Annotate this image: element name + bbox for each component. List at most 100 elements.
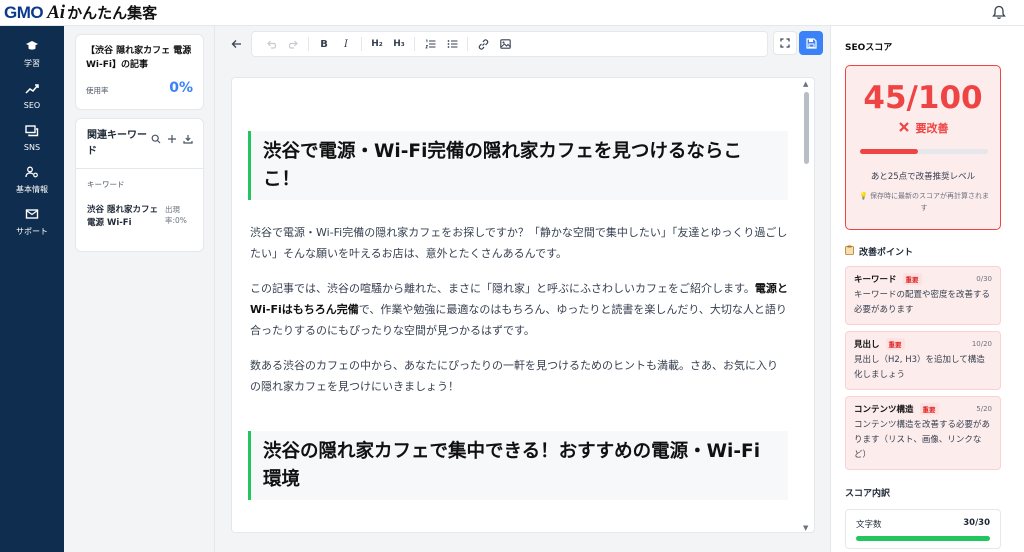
seo-status: 要改善 [846, 120, 1000, 136]
breakdown-bar-fill [856, 536, 990, 541]
breakdown-value: 30/30 [963, 518, 990, 528]
seo-score-title: SEOスコア [845, 43, 893, 53]
heading-h2[interactable]: 渋谷の隠れ家カフェで集中できる！おすすめの電源・Wi-Fi環境 [248, 431, 788, 500]
nav-item-seo[interactable]: SEO [0, 74, 64, 116]
usage-value: 0% [169, 80, 193, 96]
back-arrow-icon[interactable] [223, 31, 249, 57]
seo-score-bar [860, 149, 988, 154]
improvement-name: 見出し [854, 340, 880, 350]
paragraph-text: この記事では、渋谷の喧騒から離れた、まさに「隠れ家」と呼ぶにふさわしいカフェをご… [250, 282, 755, 295]
related-keywords-card: 関連キーワード キーワード 渋谷 隠れ家カフェ 電源 Wi-Fi 出現率:0% [75, 118, 204, 252]
scroll-up-icon[interactable]: ▲ [803, 80, 808, 88]
improvement-item: キーワード 重要 0/30 キーワードの配置や密度を改善する必要があります [845, 266, 1001, 325]
improvement-score: 0/30 [976, 275, 992, 283]
improvement-name: キーワード [854, 275, 897, 285]
bell-icon[interactable] [990, 4, 1008, 22]
graduation-cap-icon [25, 37, 39, 56]
keyword-row[interactable]: 渋谷 隠れ家カフェ 電源 Wi-Fi 出現率:0% [76, 190, 203, 230]
seo-score-card: 45/100 要改善 あと25点で改善推奨レベル 💡 保存時に最新のスコアが再計… [845, 65, 1001, 230]
paragraph[interactable]: 数ある渋谷のカフェの中から、あなたにぴったりの一軒を見つけるためのヒントも満載。… [248, 355, 788, 397]
image-icon[interactable] [494, 33, 516, 55]
redo-icon[interactable] [282, 33, 304, 55]
paragraph[interactable]: この記事では、渋谷の喧騒から離れた、まさに「隠れ家」と呼ぶにふさわしいカフェをご… [248, 278, 788, 341]
nav-item-profile[interactable]: 基本情報 [0, 158, 64, 200]
download-icon[interactable] [183, 134, 193, 160]
priority-badge: 重要 [885, 338, 905, 350]
nav-label: サポート [16, 227, 48, 236]
search-icon[interactable] [151, 134, 161, 160]
usage-label: 使用率 [86, 86, 109, 95]
priority-badge: 重要 [919, 403, 939, 415]
heading-h2[interactable]: 渋谷で電源・Wi-Fi完備の隠れ家カフェを見つけるならここ！ [248, 131, 788, 200]
logo-ai: Ai [47, 1, 66, 23]
score-breakdown-title: スコア内訳 [845, 489, 891, 499]
seo-recalc-note: 💡 保存時に最新のスコアが再計算されます [859, 192, 989, 212]
mail-icon [25, 205, 39, 224]
improvement-item: コンテンツ構造 重要 5/20 コンテンツ構造を改善する必要があります（リスト、画像… [845, 396, 1001, 470]
brand-logo[interactable]: GMO Ai かんたん集客 [4, 2, 157, 24]
score-breakdown-item: 文字数 30/30 [845, 509, 1001, 549]
document-scrollbar[interactable]: ▲ ▼ [800, 78, 814, 532]
italic-icon[interactable]: I [335, 33, 357, 55]
nav-label: 学習 [24, 59, 40, 68]
toolbar-divider [308, 37, 309, 51]
improvement-item: 見出し 重要 10/20 見出し（H2, H3）を追加して構造化しましょう [845, 331, 1001, 390]
keyword-rate: 出現率:0% [165, 205, 187, 225]
improvement-name: コンテンツ構造 [854, 405, 914, 415]
breakdown-bar [856, 536, 990, 541]
improvement-desc: 見出し（H2, H3）を追加して構造化しましょう [854, 355, 985, 380]
keyword-name: 渋谷 隠れ家カフェ 電源 Wi-Fi [87, 205, 158, 228]
logo-text: かんたん集客 [67, 4, 158, 22]
paragraph[interactable]: 渋谷で電源・Wi-Fi完備の隠れ家カフェをお探しですか？「静かな空間で集中したい… [248, 222, 788, 264]
user-settings-icon [25, 163, 39, 182]
trend-chart-icon [25, 80, 39, 99]
seo-status-label: 要改善 [915, 122, 949, 135]
seo-next-level: あと25点で改善推奨レベル [870, 172, 976, 182]
heading3-button[interactable]: H₃ [388, 33, 410, 55]
toolbar-divider [414, 37, 415, 51]
clipboard-icon [845, 245, 854, 258]
ordered-list-icon[interactable] [419, 33, 441, 55]
improvement-desc: キーワードの配置や密度を改善する必要があります [854, 290, 991, 315]
nav-item-support[interactable]: サポート [0, 200, 64, 242]
article-card: 【渋谷 隠れ家カフェ 電源 Wi-Fi】の記事 使用率 0% [75, 34, 204, 110]
link-icon[interactable] [472, 33, 494, 55]
related-keywords-title: 関連キーワード [87, 130, 147, 157]
bold-icon[interactable]: B [313, 33, 335, 55]
fullscreen-icon[interactable] [773, 31, 797, 55]
improvement-score: 5/20 [976, 405, 992, 413]
format-toolbar: B I H₂ H₃ [251, 31, 768, 57]
improvement-desc: コンテンツ構造を改善する必要があります（リスト、画像、リンクなど） [854, 420, 991, 460]
nav-label: 基本情報 [16, 185, 48, 194]
seo-panel: SEOスコア 45/100 要改善 あと25点で改善推奨レベル 💡 保存時に最新… [830, 26, 1024, 552]
priority-badge: 重要 [902, 273, 922, 285]
improvement-title: 改善ポイント [845, 245, 1011, 258]
bullet-list-icon[interactable] [441, 33, 463, 55]
improvement-title-label: 改善ポイント [859, 248, 914, 258]
undo-icon[interactable] [260, 33, 282, 55]
nav-label: SEO [23, 101, 41, 110]
editor-toolbar: B I H₂ H₃ [223, 30, 823, 58]
document-body[interactable]: 渋谷で電源・Wi-Fi完備の隠れ家カフェを見つけるならここ！ 渋谷で電源・Wi-… [231, 77, 815, 533]
add-icon[interactable] [167, 134, 177, 160]
cross-icon [898, 121, 910, 136]
heading2-button[interactable]: H₂ [366, 33, 388, 55]
seo-score-bar-fill [860, 149, 918, 154]
article-title: 【渋谷 隠れ家カフェ 電源 Wi-Fi】の記事 [86, 46, 192, 70]
improvement-score: 10/20 [971, 340, 992, 348]
nav-item-learning[interactable]: 学習 [0, 32, 64, 74]
seo-score-value: 45/100 [863, 80, 983, 116]
article-sidebar: 【渋谷 隠れ家カフェ 電源 Wi-Fi】の記事 使用率 0% 関連キーワード キ… [64, 26, 215, 552]
toolbar-divider [467, 37, 468, 51]
logo-gmo: GMO [4, 2, 44, 22]
breakdown-name: 文字数 [856, 520, 882, 530]
save-icon[interactable] [799, 31, 823, 55]
nav-label: SNS [23, 143, 41, 152]
top-header: GMO Ai かんたん集客 [0, 0, 1024, 26]
keyword-column-header: キーワード [87, 180, 125, 189]
main-nav: 学習 SEO SNS 基本情報 サポート [0, 26, 64, 552]
scroll-down-icon[interactable]: ▼ [803, 524, 808, 532]
scrollbar-thumb[interactable] [804, 92, 809, 164]
nav-item-sns[interactable]: SNS [0, 116, 64, 158]
editor-area: B I H₂ H₃ 渋谷で電源・Wi-Fi完備の隠れ家カフェを見つけるならここ！… [215, 26, 830, 552]
